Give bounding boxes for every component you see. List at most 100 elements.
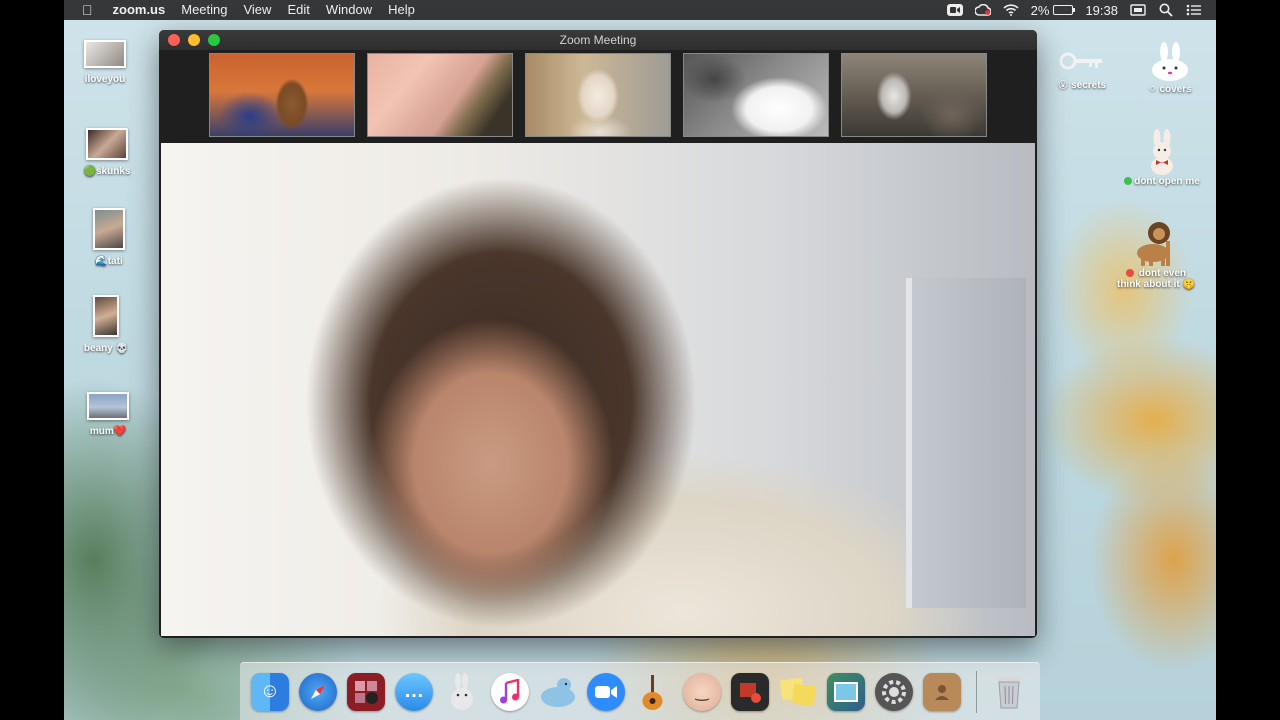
desktop-folder-iloveyou[interactable]: iloveyou	[65, 40, 145, 85]
battery-icon	[1053, 5, 1076, 15]
menu-window[interactable]: Window	[318, 0, 380, 20]
desktop-label-emoji: ❤️	[113, 426, 127, 437]
dock-finder[interactable]: ☺	[248, 670, 292, 714]
desktop-label: tati	[107, 256, 123, 267]
zoom-meeting-window[interactable]: Zoom Meeting	[159, 30, 1037, 638]
messages-bubble-icon: …	[395, 672, 433, 711]
face-icon: ‿	[683, 672, 721, 711]
rabbit-icon	[1122, 128, 1202, 176]
desktop-folder-covers[interactable]: ⚪ covers	[1130, 40, 1210, 95]
photo-booth-icon	[347, 672, 385, 711]
guitar-icon	[635, 673, 673, 711]
stickies-note-icon	[779, 673, 817, 711]
creative-cloud-icon[interactable]	[974, 3, 991, 17]
dock-safari[interactable]	[296, 670, 340, 714]
desktop-label-emoji: ⚪	[1148, 84, 1157, 95]
dock-sequel-pro[interactable]	[536, 670, 580, 714]
zoom-status-icon[interactable]	[946, 3, 963, 17]
dock-stickies[interactable]	[776, 670, 820, 714]
clock[interactable]: 19:38	[1085, 3, 1118, 18]
participant-video-1[interactable]	[209, 53, 355, 137]
dock-system-preferences[interactable]	[872, 670, 916, 714]
battery-percent: 2%	[1030, 2, 1050, 18]
dock: ☺ … ‿	[240, 662, 1040, 720]
bunny-icon	[1130, 40, 1210, 84]
dock-trash[interactable]	[987, 670, 1031, 714]
seal-icon	[539, 673, 577, 711]
dock-photo-booth[interactable]	[344, 670, 388, 714]
itunes-note-icon	[491, 672, 529, 711]
desktop-folder-dont-even-think-about-it[interactable]: dont even think about it 🤫	[1116, 218, 1196, 290]
wifi-icon[interactable]	[1003, 3, 1019, 17]
participant-video-2[interactable]	[367, 53, 513, 137]
contacts-book-icon	[923, 672, 961, 711]
desktop-label: skunks	[95, 166, 131, 177]
desktop-thumb	[86, 128, 128, 160]
finder-icon: ☺	[251, 672, 289, 711]
participant-video-3[interactable]	[525, 53, 671, 137]
apple-menu-icon[interactable]: 	[64, 0, 105, 20]
desktop-folder-secrets[interactable]: 😮 secrets	[1042, 42, 1122, 91]
menu-edit[interactable]: Edit	[279, 0, 317, 20]
green-tag-icon	[1124, 177, 1133, 185]
desktop-folder-tati[interactable]: 🌊tati	[69, 208, 149, 267]
trash-icon	[990, 673, 1028, 711]
preview-icon	[827, 672, 865, 711]
key-icon	[1042, 42, 1122, 80]
dock-zoom[interactable]	[584, 670, 628, 714]
dock-face-app[interactable]: ‿	[680, 670, 724, 714]
slides-icon	[731, 672, 769, 711]
rabbit-app-icon	[443, 672, 481, 711]
dock-slides-app[interactable]	[728, 670, 772, 714]
dock-itunes[interactable]	[488, 670, 532, 714]
desktop-label-emoji: 🟢	[83, 166, 96, 177]
desktop-thumb	[84, 40, 126, 68]
menu-app-name[interactable]: zoom.us	[105, 0, 174, 20]
desktop-folder-mum[interactable]: mum❤️	[68, 392, 148, 437]
red-tag-icon	[1125, 269, 1134, 277]
participant-strip	[159, 50, 1037, 143]
menu-bar:  zoom.us Meeting View Edit Window Help …	[64, 0, 1216, 20]
close-window-icon[interactable]	[168, 34, 180, 46]
desktop-thumb	[93, 208, 125, 250]
dock-contacts[interactable]	[920, 670, 964, 714]
lion-icon	[1116, 218, 1196, 268]
zoom-camera-icon	[587, 672, 625, 711]
menu-meeting[interactable]: Meeting	[173, 0, 235, 20]
desktop-label: mum	[89, 426, 114, 437]
desktop-label-emoji: 💀	[115, 343, 129, 354]
dock-garageband[interactable]	[632, 670, 676, 714]
dock-rabbit-app[interactable]	[440, 670, 484, 714]
desktop-label: dont open me	[1134, 176, 1200, 187]
spotlight-search-icon[interactable]	[1158, 3, 1174, 17]
desktop-folder-dont-open-me[interactable]: dont open me	[1122, 128, 1202, 187]
gear-icon	[875, 672, 913, 711]
participant-video-4[interactable]	[683, 53, 829, 137]
desktop-label: covers	[1159, 84, 1192, 95]
desktop-label: beany	[83, 343, 113, 354]
desktop-folder-beany[interactable]: beany 💀	[66, 295, 146, 354]
menu-help[interactable]: Help	[380, 0, 423, 20]
dock-separator	[976, 670, 977, 713]
desktop-label: secrets	[1071, 80, 1107, 91]
participant-video-5[interactable]	[841, 53, 987, 137]
zoom-window-icon[interactable]	[208, 34, 220, 46]
active-speaker-video[interactable]	[161, 143, 1035, 636]
window-title: Zoom Meeting	[559, 33, 637, 47]
desktop-thumb	[87, 392, 129, 420]
desktop-folder-skunks[interactable]: 🟢skunks	[67, 128, 147, 177]
background-doorway	[906, 278, 1026, 608]
minimize-window-icon[interactable]	[188, 34, 200, 46]
desktop:  zoom.us Meeting View Edit Window Help …	[64, 0, 1216, 720]
safari-compass-icon	[299, 672, 337, 711]
window-titlebar[interactable]: Zoom Meeting	[159, 30, 1037, 50]
notification-center-icon[interactable]	[1186, 3, 1202, 17]
battery-status[interactable]: 2%	[1030, 2, 1076, 18]
desktop-label: iloveyou	[84, 74, 126, 85]
dock-preview[interactable]	[824, 670, 868, 714]
menu-view[interactable]: View	[235, 0, 279, 20]
desktop-thumb	[93, 295, 119, 337]
desktop-label-emoji: 🌊	[95, 256, 108, 267]
dock-messages[interactable]: …	[392, 670, 436, 714]
screen-mirror-icon[interactable]	[1130, 3, 1146, 17]
